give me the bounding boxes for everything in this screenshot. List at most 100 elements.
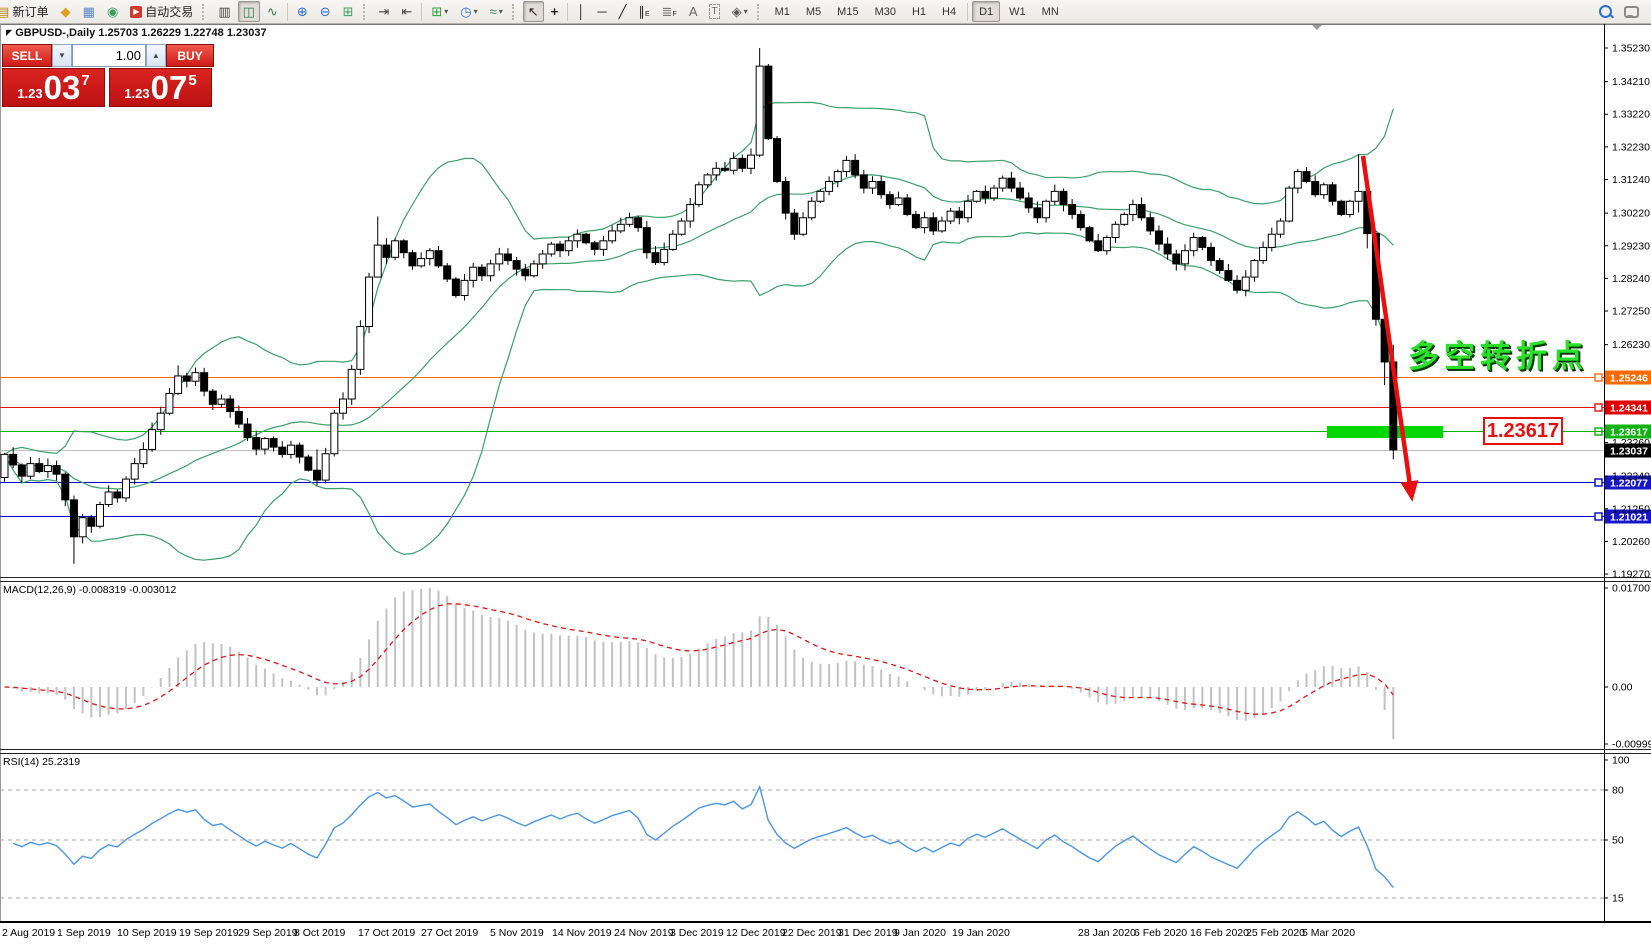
indicators-button[interactable]: ≈▾ <box>485 1 508 22</box>
candle-body <box>548 244 555 254</box>
market-watch-icon[interactable]: ▦ <box>78 1 100 22</box>
cursor-icon[interactable]: ↖ <box>523 1 544 22</box>
price-callout-label[interactable]: 1.23617 <box>1483 417 1563 445</box>
candle-body <box>730 158 737 170</box>
cn-text-annotation[interactable]: 多空转折点 <box>1408 331 1588 376</box>
timeframe-mn[interactable]: MN <box>1035 1 1066 22</box>
price-line-tag-label[interactable]: 1.25246 <box>1610 373 1648 385</box>
candle-body <box>504 254 511 261</box>
chart-marker-icon: ◤ <box>6 28 12 37</box>
price-line-anchor[interactable] <box>1595 479 1602 486</box>
timeframe-h1[interactable]: H1 <box>905 1 933 22</box>
date-label: 17 Oct 2019 <box>358 927 415 939</box>
trend-arrow[interactable] <box>1363 156 1411 492</box>
candle-body <box>183 376 190 381</box>
macd-plot <box>5 588 1394 739</box>
mt4-window: ▤ 新订单 ◆ ▦ ◉ ▶ 自动交易 ▥ ◫ ∿ ⊕ ⊖ ⊞ ⇥ ⇤ ⊞▾ ◷▾… <box>0 0 1651 946</box>
chart-dropdown-icon[interactable] <box>1312 25 1322 35</box>
candle-body <box>53 466 60 475</box>
bar-chart-icon[interactable]: ▥ <box>213 1 235 22</box>
sell-price-display[interactable]: 1.23037 <box>2 68 105 107</box>
sell-button[interactable]: SELL <box>2 44 52 67</box>
candle-body <box>756 66 763 155</box>
timeframe-m15[interactable]: M15 <box>830 1 865 22</box>
auto-scroll-icon[interactable]: ⇥ <box>374 1 395 22</box>
candle-body <box>565 241 572 251</box>
rsi-axis-label: 50 <box>1612 835 1624 847</box>
candle-body <box>1103 238 1110 251</box>
volume-input[interactable] <box>72 44 146 67</box>
axis-tick-label: 1.35230 <box>1612 43 1650 55</box>
price-line-anchor[interactable] <box>1595 374 1602 381</box>
candle-body <box>938 221 945 231</box>
crosshair-icon[interactable]: + <box>546 1 564 22</box>
text-tool[interactable]: A <box>684 1 703 22</box>
date-label: 5 Nov 2019 <box>490 927 544 939</box>
line-chart-icon[interactable]: ∿ <box>262 1 283 22</box>
volume-decrease-button[interactable]: ▼ <box>52 44 72 67</box>
price-line-tag-label[interactable]: 1.24341 <box>1610 403 1648 415</box>
candle-body <box>956 211 963 218</box>
toolbar-grip <box>512 4 519 20</box>
chart-shift-icon[interactable]: ⇤ <box>396 1 417 22</box>
axis-tick-label: 1.27250 <box>1612 306 1650 318</box>
label-tool[interactable]: T <box>704 1 724 22</box>
sticker-icon[interactable]: ◆ <box>56 1 76 22</box>
buy-price-display[interactable]: 1.23075 <box>109 68 212 107</box>
timeframe-w1[interactable]: W1 <box>1002 1 1033 22</box>
new-chart-button[interactable]: ⊞▾ <box>426 1 453 22</box>
candle-body <box>669 234 676 249</box>
timeframe-m30[interactable]: M30 <box>868 1 903 22</box>
candle-body <box>1112 224 1119 237</box>
timeframe-m1[interactable]: M1 <box>768 1 797 22</box>
volume-increase-button[interactable]: ▲ <box>146 44 166 67</box>
toolbar: ▤ 新订单 ◆ ▦ ◉ ▶ 自动交易 ▥ ◫ ∿ ⊕ ⊖ ⊞ ⇥ ⇤ ⊞▾ ◷▾… <box>0 0 1651 24</box>
timeframe-m5[interactable]: M5 <box>799 1 828 22</box>
auto-trading-button[interactable]: ▶ 自动交易 <box>125 1 198 22</box>
vertical-line-tool[interactable]: │ <box>572 1 590 22</box>
timeframe-h4[interactable]: H4 <box>935 1 963 22</box>
candle-body <box>1173 254 1180 264</box>
zoom-in-icon[interactable]: ⊕ <box>292 1 313 22</box>
new-order-icon: ▤ <box>0 5 9 18</box>
rsi-axis-label: 80 <box>1612 785 1624 797</box>
search-icon[interactable] <box>1594 1 1617 22</box>
candle-body <box>1060 191 1067 204</box>
candle-body <box>444 266 451 279</box>
candle-body <box>1260 247 1267 260</box>
highlight-rect[interactable] <box>1327 426 1443 438</box>
candle-body <box>800 218 807 234</box>
price-line-anchor[interactable] <box>1595 513 1602 520</box>
candle-body <box>1086 228 1093 241</box>
price-line-anchor[interactable] <box>1595 404 1602 411</box>
trendline-tool[interactable]: ╱ <box>614 1 632 22</box>
candle-body <box>878 181 885 194</box>
new-order-button[interactable]: ▤ 新订单 <box>0 1 54 22</box>
chat-icon[interactable] <box>1619 1 1644 22</box>
rsi-line <box>13 787 1393 888</box>
candle-body <box>1216 261 1223 271</box>
macd-axis-label: 0.017007 <box>1612 583 1651 595</box>
channel-tool[interactable]: ∥E <box>633 1 654 22</box>
periods-button[interactable]: ◷▾ <box>455 1 482 22</box>
date-label: 2 Aug 2019 <box>2 927 55 939</box>
zoom-out-icon[interactable]: ⊖ <box>315 1 336 22</box>
candlestick-chart-icon[interactable]: ◫ <box>238 1 260 22</box>
buy-button[interactable]: BUY <box>166 44 214 67</box>
fibonacci-tool[interactable]: ≣F <box>657 1 682 22</box>
timeframe-d1[interactable]: D1 <box>972 1 1000 22</box>
candle-body <box>626 218 633 225</box>
candle-body <box>1277 221 1284 234</box>
navigator-icon[interactable]: ◉ <box>102 1 123 22</box>
axis-tick-label: 1.23260 <box>1612 437 1650 449</box>
horizontal-line-tool[interactable]: ─ <box>592 1 611 22</box>
bollinger-middle-band <box>5 175 1394 489</box>
date-label: 19 Sep 2019 <box>179 927 239 939</box>
chart-canvas[interactable]: 1.252461.243411.236171.230371.220771.210… <box>0 0 1651 946</box>
shapes-tool[interactable]: ◈▾ <box>727 1 753 22</box>
axis-tick-label: 1.30220 <box>1612 208 1650 220</box>
tile-windows-icon[interactable]: ⊞ <box>338 1 359 22</box>
date-label: 14 Nov 2019 <box>552 927 612 939</box>
date-label: 5 Mar 2020 <box>1302 927 1355 939</box>
trend-arrow-group[interactable] <box>1363 156 1411 492</box>
